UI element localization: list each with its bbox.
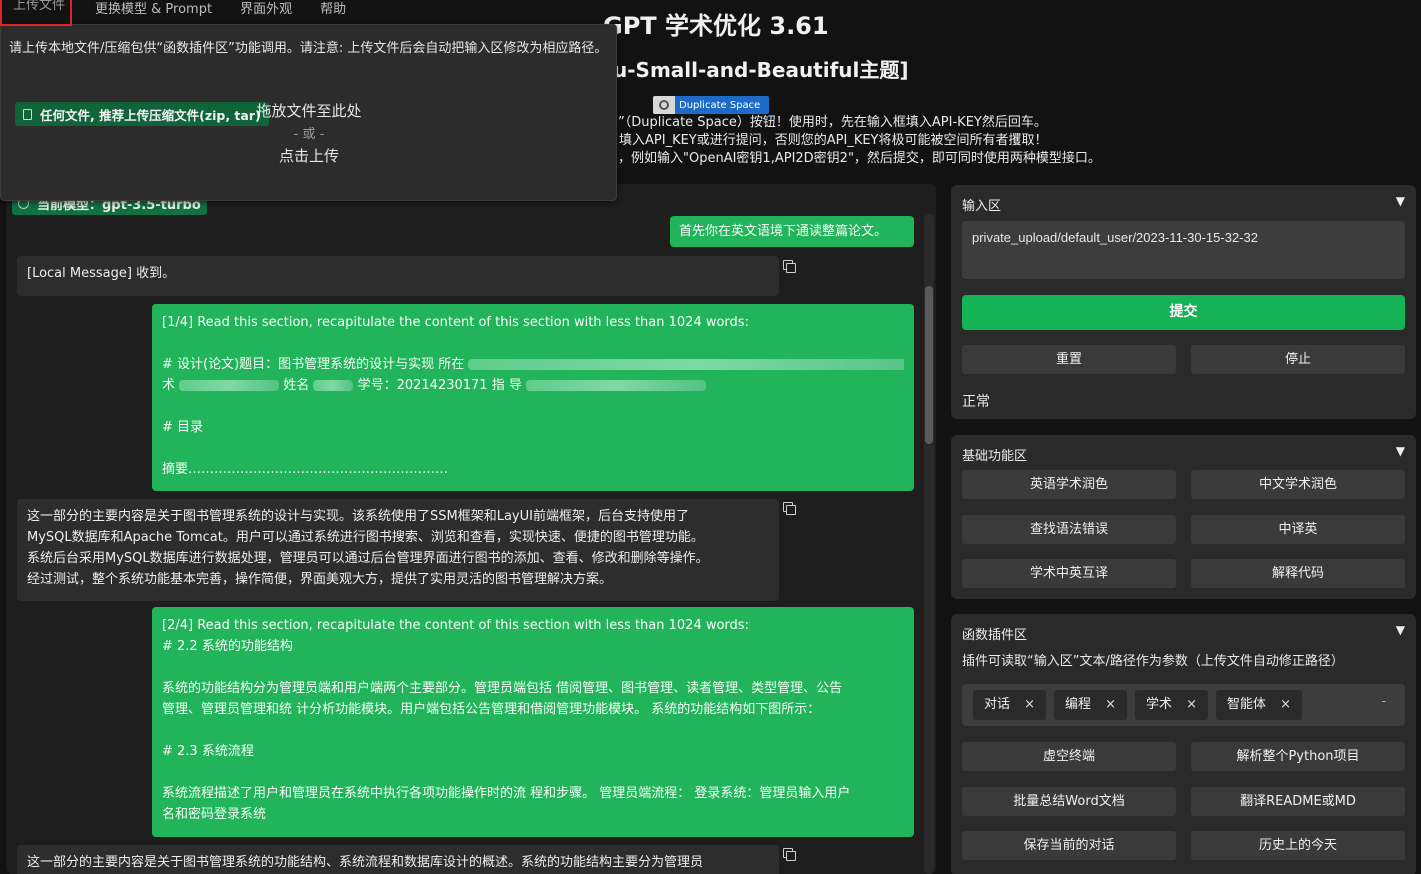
message-text: # 目录 — [162, 420, 204, 435]
app-title: GPT 学术优化 3.61 — [603, 12, 829, 40]
chat-message-bot: 这一部分的主要内容是关于图书管理系统的设计与实现。该系统使用了SSM框架和Lay… — [17, 499, 779, 601]
drop-zone-text[interactable]: 拖放文件至此处 — [1, 100, 617, 121]
close-icon[interactable]: × — [1280, 690, 1291, 720]
copy-icon[interactable] — [783, 260, 796, 273]
academic-translate-button[interactable]: 学术中英互译 — [962, 559, 1176, 588]
chat-message-user: [1/4] Read this section, recapitulate th… — [152, 304, 914, 491]
message-text: [Local Message] 收到。 — [27, 266, 176, 281]
drop-zone-or: - 或 - — [293, 127, 325, 142]
summarize-word-button[interactable]: 批量总结Word文档 — [962, 787, 1176, 816]
plugin-panel: 函数插件区 ▼ 插件可读取“输入区”文本/路径作为参数（上传文件自动修正路径） … — [951, 614, 1416, 874]
english-polish-button[interactable]: 英语学术润色 — [962, 470, 1176, 499]
redacted-text — [526, 380, 706, 391]
duplicate-space-label: Duplicate Space — [679, 99, 761, 111]
translate-readme-button[interactable]: 翻译README或MD — [1191, 787, 1405, 816]
main-input[interactable]: private_upload/default_user/2023-11-30-1… — [962, 221, 1405, 279]
chat-scrollbar-thumb[interactable] — [925, 286, 933, 444]
click-upload-link[interactable]: 点击上传 — [1, 145, 617, 166]
tag-label: 对话 — [984, 697, 1011, 712]
message-text: 首先你在英文语境下通读整篇论文。 — [679, 224, 888, 239]
redacted-text — [179, 380, 280, 391]
chinese-polish-button[interactable]: 中文学术润色 — [1191, 470, 1405, 499]
input-panel: 输入区 ▼ private_upload/default_user/2023-1… — [951, 185, 1416, 419]
parse-python-project-button[interactable]: 解析整个Python项目 — [1191, 742, 1405, 771]
message-text: 学号：20214230171 — [357, 378, 488, 393]
notice-line-2: 填入API_KEY或进行提问，否则您的API_KEY将极可能被空间所有者攫取！ — [619, 133, 1048, 148]
basic-panel-title: 基础功能区 — [962, 449, 1028, 464]
chat-message-bot: 这一部分的主要内容是关于图书管理系统的功能结构、系统流程和数据库设计的概述。系统… — [17, 845, 779, 874]
message-text: 术 — [162, 378, 176, 393]
tag-academic[interactable]: 学术 × — [1135, 690, 1208, 720]
menu-change-model[interactable]: 更换模型 & Prompt — [83, 0, 228, 22]
message-text: 摘要…………………………………………………… — [162, 462, 449, 477]
tag-chat[interactable]: 对话 × — [973, 690, 1046, 720]
duplicate-icon — [653, 96, 675, 114]
message-text: [2/4] Read this section, recapitulate th… — [162, 618, 851, 822]
close-icon[interactable]: × — [1024, 690, 1035, 720]
message-text: [1/4] Read this section, recapitulate th… — [162, 315, 749, 330]
plugin-category-select[interactable]: 对话 × 编程 × 学术 × 智能体 × - — [962, 684, 1405, 726]
redacted-text — [468, 359, 904, 370]
reset-button[interactable]: 重置 — [962, 345, 1176, 374]
message-text: 这一部分的主要内容是关于图书管理系统的功能结构、系统流程和数据库设计的概述。系统… — [27, 855, 704, 870]
chat-message-user: [2/4] Read this section, recapitulate th… — [152, 607, 914, 837]
chevron-down-icon[interactable]: - — [1382, 694, 1386, 708]
menu-upload-file[interactable]: 上传文件 — [0, 0, 73, 26]
message-text: 指 导 — [491, 378, 522, 393]
collapse-icon[interactable]: ▼ — [1396, 194, 1405, 208]
chat-scrollbar[interactable] — [924, 214, 934, 874]
plugin-hint: 插件可读取“输入区”文本/路径作为参数（上传文件自动修正路径） — [962, 654, 1344, 669]
collapse-icon[interactable]: ▼ — [1396, 444, 1405, 458]
upload-panel: 请上传本地文件/压缩包供“函数插件区”功能调用。请注意: 上传文件后会自动把输入… — [0, 24, 617, 201]
tag-agent[interactable]: 智能体 × — [1216, 690, 1302, 720]
basic-functions-panel: 基础功能区 ▼ 英语学术润色 中文学术润色 查找语法错误 中译英 学术中英互译 … — [951, 435, 1416, 599]
tag-label: 智能体 — [1227, 697, 1267, 712]
message-text: # 设计(论文)题目：图书管理系统的设计与实现 所在 — [162, 357, 465, 372]
tag-programming[interactable]: 编程 × — [1054, 690, 1127, 720]
chat-message-user: 首先你在英文语境下通读整篇论文。 — [670, 216, 914, 247]
header-notices: ”（Duplicate Space）按钮！使用时，先在输入框填入API-KEY然… — [618, 114, 1101, 168]
duplicate-space-badge[interactable]: Duplicate Space — [653, 96, 769, 114]
copy-icon[interactable] — [783, 848, 796, 861]
history-today-button[interactable]: 历史上的今天 — [1191, 831, 1405, 860]
grammar-check-button[interactable]: 查找语法错误 — [962, 515, 1176, 544]
message-text: 姓名 — [283, 378, 310, 393]
void-terminal-button[interactable]: 虚空终端 — [962, 742, 1176, 771]
message-text: 这一部分的主要内容是关于图书管理系统的设计与实现。该系统使用了SSM框架和Lay… — [27, 509, 709, 587]
zh-to-en-button[interactable]: 中译英 — [1191, 515, 1405, 544]
redacted-text — [313, 380, 354, 391]
chat-message-bot: [Local Message] 收到。 — [17, 256, 779, 296]
chat-area: 当前模型：gpt-3.5-turbo 首先你在英文语境下通读整篇论文。 [Loc… — [6, 184, 936, 874]
submit-button[interactable]: 提交 — [962, 295, 1405, 330]
notice-line-3: ，例如输入"OpenAI密钥1,API2D密钥2"，然后提交，即可同时使用两种模… — [618, 151, 1101, 166]
tag-label: 学术 — [1146, 697, 1173, 712]
tag-label: 编程 — [1065, 697, 1092, 712]
menu-help[interactable]: 帮助 — [308, 0, 362, 22]
save-conversation-button[interactable]: 保存当前的对话 — [962, 831, 1176, 860]
top-menu: 上传文件 更换模型 & Prompt 界面外观 帮助 — [0, 0, 420, 26]
collapse-icon[interactable]: ▼ — [1396, 623, 1405, 637]
notice-line-1: ”（Duplicate Space）按钮！使用时，先在输入框填入API-KEY然… — [618, 115, 1047, 130]
close-icon[interactable]: × — [1105, 690, 1116, 720]
stop-button[interactable]: 停止 — [1191, 345, 1405, 374]
input-panel-title: 输入区 — [962, 199, 1002, 214]
explain-code-button[interactable]: 解释代码 — [1191, 559, 1405, 588]
upload-description: 请上传本地文件/压缩包供“函数插件区”功能调用。请注意: 上传文件后会自动把输入… — [9, 41, 608, 56]
status-text: 正常 — [962, 394, 990, 410]
menu-appearance[interactable]: 界面外观 — [228, 0, 308, 22]
app-subtitle: u-Small-and-Beautiful主题] — [613, 58, 909, 82]
plugin-panel-title: 函数插件区 — [962, 628, 1028, 643]
close-icon[interactable]: × — [1186, 690, 1197, 720]
copy-icon[interactable] — [783, 502, 796, 515]
